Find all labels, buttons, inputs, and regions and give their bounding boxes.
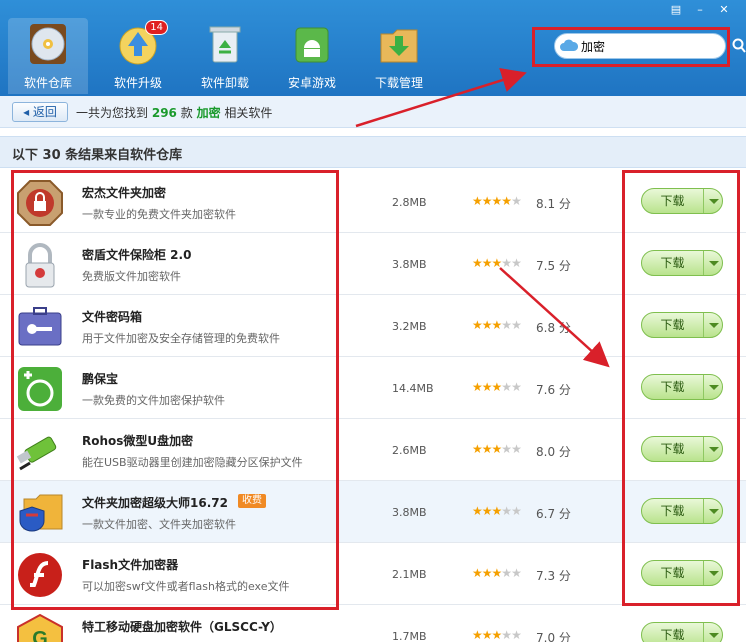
annotation-arrows [355,68,610,368]
